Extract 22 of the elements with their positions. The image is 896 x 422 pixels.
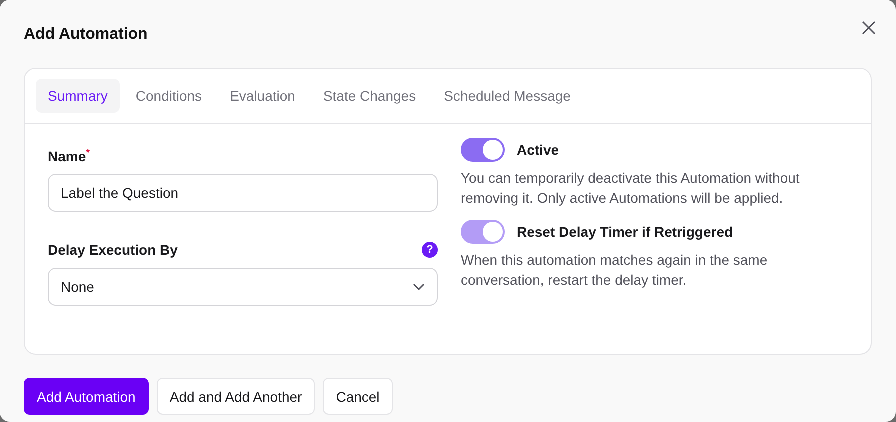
name-field[interactable]: Label the Question: [48, 174, 438, 212]
toggle-description: You can temporarily deactivate this Automation without removing it. Only active Automations will be applied.: [461, 169, 801, 208]
chevron-down-icon: [413, 283, 425, 291]
toggle-label: Active: [517, 142, 560, 158]
toggle-label: Reset Delay Timer if Retriggered: [517, 224, 734, 240]
action-button[interactable]: Cancel: [323, 378, 393, 415]
tab[interactable]: Summary: [36, 79, 120, 113]
toggle-switch[interactable]: [461, 138, 505, 162]
action-button[interactable]: Add Automation: [24, 378, 149, 415]
field-label: Name$^{*}$: [48, 148, 90, 164]
close-button[interactable]: [860, 19, 878, 37]
help-icon[interactable]: ?: [422, 242, 438, 258]
tab[interactable]: Scheduled Message: [432, 79, 583, 113]
tab[interactable]: Evaluation: [218, 79, 308, 113]
delay-select[interactable]: None: [48, 268, 438, 306]
close-icon: [860, 19, 878, 37]
tab[interactable]: State Changes: [311, 79, 428, 113]
tab[interactable]: Conditions: [124, 79, 214, 113]
dialog-title: Add Automation: [24, 26, 149, 44]
toggle-description: When this automation matches again in the same conversation, restart the delay timer.: [461, 251, 769, 290]
action-button[interactable]: Add and Add Another: [156, 378, 316, 415]
field-label: Delay Execution By: [48, 242, 178, 258]
